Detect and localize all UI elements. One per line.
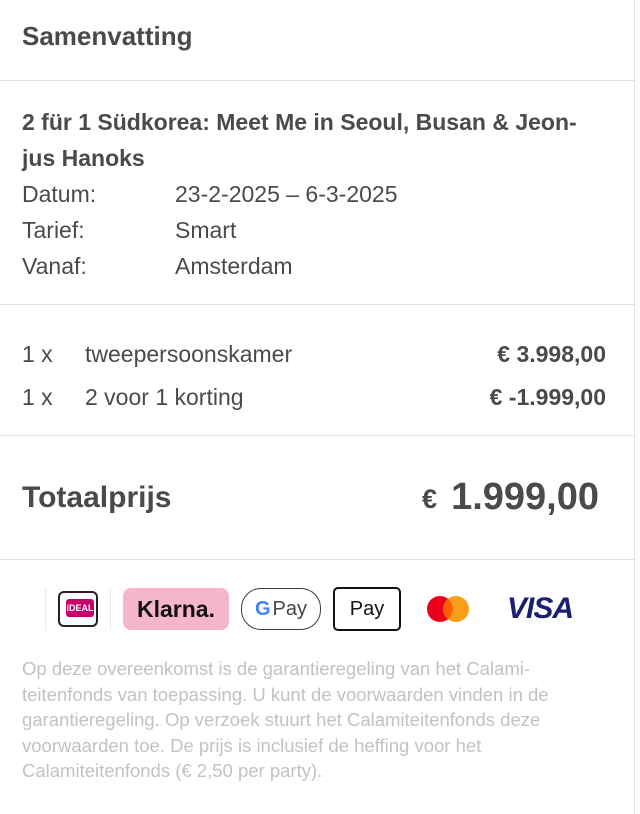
date-value: 23-2-2025 – 6-3-2025	[175, 181, 398, 207]
fare-value: Smart	[175, 217, 237, 243]
price-line: 1 x 2 voor 1 korting € -1.999,00	[0, 376, 634, 419]
google-pay-text: Pay	[272, 597, 308, 620]
trip-name: 2 für 1 Südkorea: Meet Me in Seoul, Busa…	[22, 109, 577, 171]
trip-info: 2 für 1 Südkorea: Meet Me in Seoul, Busa…	[0, 81, 634, 305]
klarna-logo: Klarna.	[123, 588, 229, 630]
mastercard-logo	[413, 588, 483, 630]
detail-row-departure: Vanaf: Amsterdam	[0, 248, 634, 284]
ideal-text: iDEAL	[66, 599, 94, 617]
line-description: 2 voor 1 korting	[85, 384, 244, 410]
total-currency: €	[422, 484, 438, 514]
line-qty: 1 x	[22, 384, 53, 410]
departure-label: Vanaf:	[22, 253, 87, 279]
total-value: 1.999,00	[451, 476, 599, 518]
date-label: Datum:	[22, 181, 97, 207]
line-description: tweepersoonskamer	[85, 341, 293, 367]
price-line: 1 x tweepersoonskamer € 3.998,00	[0, 333, 634, 376]
google-pay-logo: G Pay	[241, 588, 321, 630]
line-qty: 1 x	[22, 341, 53, 367]
legal-notice: Op deze overeenkomst is de garantieregel…	[22, 658, 549, 781]
fare-label: Tarief:	[22, 217, 85, 243]
departure-value: Amsterdam	[175, 253, 293, 279]
ideal-logo: iDEAL	[45, 588, 111, 630]
total-row: Totaalprijs € 1.999,00	[0, 436, 634, 560]
detail-row-date: Datum: 23-2-2025 – 6-3-2025	[0, 176, 634, 212]
summary-card: Samenvatting 2 für 1 Südkorea: Meet Me i…	[0, 0, 635, 814]
payment-methods: iDEAL Klarna. G Pay Pay VISA	[0, 560, 634, 631]
detail-row-fare: Tarief: Smart	[0, 212, 634, 248]
summary-title: Samenvatting	[22, 21, 193, 51]
total-label: Totaalprijs	[22, 480, 172, 514]
apple-pay-logo: Pay	[333, 587, 401, 631]
ideal-icon: iDEAL	[58, 591, 98, 627]
price-lines: 1 x tweepersoonskamer € 3.998,00 1 x 2 v…	[0, 305, 634, 436]
visa-logo: VISA	[506, 592, 574, 625]
line-amount: € -1.999,00	[489, 384, 606, 410]
line-amount: € 3.998,00	[497, 341, 606, 367]
summary-header: Samenvatting	[0, 0, 634, 81]
google-g-icon: G	[254, 597, 271, 620]
mastercard-icon	[427, 596, 469, 622]
apple-pay-text: Pay	[349, 597, 385, 620]
